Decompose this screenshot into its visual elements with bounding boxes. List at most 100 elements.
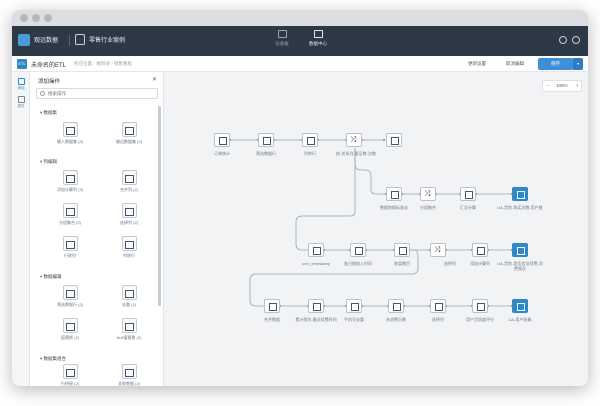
flow-node-select-columns[interactable] [472, 243, 488, 257]
etl-badge-icon: ETL [17, 59, 27, 69]
op-label: 关联数据 (2) [118, 381, 140, 386]
rail-item-add[interactable]: 添加 [13, 78, 29, 91]
unpivot-icon [121, 236, 137, 251]
op-group-aggregate[interactable]: 分组聚合 (2) [50, 203, 90, 226]
op-columns-to-rows[interactable]: 列转行 [109, 236, 149, 259]
properties-icon [17, 96, 25, 103]
editor-toolbar: ETL 未命名的ETL 所在位置：根目录 › 销售看板 更新设置 取消编辑 保存… [12, 56, 588, 72]
zoom-in-button[interactable]: + [576, 83, 579, 88]
node-label: UA-判别-是否会员续费-消费频次 [497, 261, 543, 271]
op-rows-to-columns[interactable]: 行转列 [50, 236, 90, 259]
op-null-replace[interactable]: Null值替换 (2) [109, 318, 149, 341]
search-icon [40, 91, 45, 96]
join-icon [121, 364, 137, 379]
flow-node-filter-rows[interactable] [258, 133, 274, 147]
section-column-edit[interactable]: 列编辑 [40, 159, 58, 165]
window-titlebar [12, 10, 588, 26]
node-label: 选择列 [432, 317, 444, 322]
op-select-columns[interactable]: 选择列 (2) [109, 203, 149, 226]
flow-node-relation-count[interactable] [386, 133, 402, 147]
search-input[interactable] [36, 88, 158, 99]
flow-canvas[interactable]: 订单统计 筛选数据行 列转行 按-关系列-截至数-次数 数据转换标准化 分组聚合… [164, 72, 588, 386]
flow-node-output-purchase-count[interactable] [512, 187, 528, 201]
op-deduplicate[interactable]: 去重 (2) [109, 285, 149, 308]
node-label: 手机号去重 [344, 317, 364, 322]
panel-scrollbar[interactable] [158, 106, 161, 306]
input-dataset-icon [62, 122, 78, 137]
update-settings-button[interactable]: 更新设置 [468, 61, 486, 67]
user-avatar-icon[interactable] [572, 36, 580, 44]
project-name[interactable]: 零售行业案例 [89, 35, 125, 44]
op-label: 筛选数据行 (2) [57, 302, 83, 307]
op-row-concat[interactable]: 行拼接 (2) [50, 364, 90, 386]
flow-node-merge-data[interactable] [264, 299, 280, 313]
nav-item-data-center[interactable]: 数据中心 [298, 30, 338, 47]
flow-node-join[interactable] [346, 133, 362, 147]
op-output-dataset[interactable]: 输出数据集 (2) [109, 122, 149, 145]
rail-item-label: 添加 [17, 86, 25, 90]
breadcrumb[interactable]: 所在位置：根目录 › 销售看板 [74, 61, 132, 67]
node-label: UA-用户画像 [508, 317, 532, 322]
op-add-computed-column[interactable]: 添加计算列 (2) [50, 170, 90, 193]
op-label: 合并列 (2) [120, 187, 138, 192]
flow-node-output-member[interactable] [512, 243, 528, 257]
nav-item-label: 仪表板 [275, 41, 289, 46]
op-label: 输出数据集 (2) [116, 139, 142, 144]
flow-node-phone-dedup[interactable] [346, 299, 362, 313]
zoom-out-button[interactable]: − [547, 83, 550, 88]
op-join-data[interactable]: 关联数据 (2) [109, 364, 149, 386]
flow-node-activity-score[interactable] [472, 299, 488, 313]
window-minimize-dot[interactable] [32, 14, 40, 22]
save-button[interactable]: 保存 [538, 58, 573, 70]
flow-node-columns-to-rows[interactable] [302, 133, 318, 147]
op-label: Null值替换 (2) [116, 335, 142, 340]
window-close-dot[interactable] [20, 14, 28, 22]
op-value-replace[interactable]: 值替换 (2) [50, 318, 90, 341]
flow-node-standardize[interactable] [386, 187, 402, 201]
op-label: 行转列 [64, 253, 76, 258]
flow-node-output-user-profile[interactable] [512, 299, 528, 313]
section-data-edit[interactable]: 数据编辑 [40, 274, 62, 280]
flow-node-join-2[interactable] [430, 243, 446, 257]
dashboard-icon [277, 30, 287, 38]
op-input-dataset[interactable]: 输入数据集 (2) [50, 122, 90, 145]
flow-node-days-inactive[interactable] [388, 299, 404, 313]
app-window: 观远数据 零售行业案例 仪表板 数据中心 ETL 未命名的ETL 所在位置：根目… [12, 10, 588, 386]
help-icon[interactable] [559, 36, 567, 44]
section-dataset[interactable]: 数据集 [40, 110, 58, 116]
window-maximize-dot[interactable] [44, 14, 52, 22]
op-label: 选择列 (2) [120, 220, 138, 225]
rail-item-properties[interactable]: 属性 [13, 96, 29, 109]
cancel-edit-button[interactable]: 取消编辑 [506, 61, 524, 67]
op-label: 去重 (2) [122, 302, 136, 307]
flow-node-category-count[interactable] [394, 243, 410, 257]
deduplicate-icon [121, 285, 137, 300]
nav-item-dashboard[interactable]: 仪表板 [262, 30, 302, 47]
node-label: 列转行 [304, 151, 316, 156]
flow-node-join-date[interactable] [350, 243, 366, 257]
close-icon[interactable]: ✕ [152, 76, 157, 83]
etl-name[interactable]: 未命名的ETL [31, 60, 66, 69]
node-label: 合并数据 [264, 317, 280, 322]
node-label: 按-关系列-截至数-次数 [336, 151, 376, 156]
zoom-control: − 100% + [542, 80, 582, 92]
flow-node-select-columns-2[interactable] [430, 299, 446, 313]
op-merge-columns[interactable]: 合并列 (2) [109, 170, 149, 193]
op-filter-rows[interactable]: 筛选数据行 (2) [50, 285, 90, 308]
flow-node-unix-timestamp[interactable] [308, 243, 324, 257]
brand-name: 观远数据 [34, 38, 59, 44]
flow-node-order-stats[interactable] [214, 133, 230, 147]
add-icon [17, 78, 25, 85]
zoom-level: 100% [556, 83, 568, 88]
flow-node-group-aggregate[interactable] [420, 187, 436, 201]
output-dataset-icon [121, 122, 137, 137]
op-label: 分组聚合 (2) [59, 220, 81, 225]
left-rail: 添加 属性 [12, 72, 30, 386]
save-options-button[interactable]: ▾ [573, 58, 583, 70]
merge-columns-icon [121, 170, 137, 185]
op-label: 值替换 (2) [61, 335, 79, 340]
nav-divider [69, 35, 70, 46]
section-dataset-combine[interactable]: 数据集组合 [40, 356, 67, 362]
flow-node-cumulative-frequency[interactable] [308, 299, 324, 313]
flow-node-summary-calc[interactable] [460, 187, 476, 201]
